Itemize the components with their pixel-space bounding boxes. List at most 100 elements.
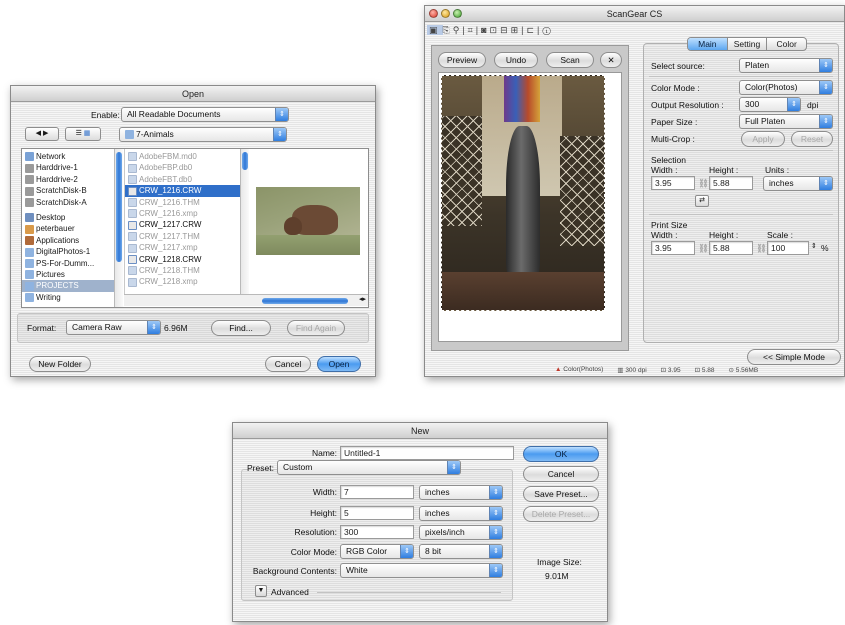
file-list-item[interactable]: CRW_1218.CRW bbox=[125, 254, 240, 265]
file-list-item[interactable]: AdobeFBP.db0 bbox=[125, 162, 240, 173]
column-view-icon[interactable]: ▦ bbox=[84, 130, 91, 137]
height-field[interactable]: 5 bbox=[340, 506, 414, 520]
tab-setting[interactable]: Setting bbox=[728, 38, 768, 50]
cancel-x-button[interactable]: ✕ bbox=[600, 52, 622, 68]
zoom-icon[interactable] bbox=[453, 9, 462, 18]
file-list-item[interactable]: CRW_1216.CRW bbox=[125, 185, 240, 197]
swap-dimensions-button[interactable]: ⇄ bbox=[695, 195, 709, 207]
scan-button[interactable]: Scan bbox=[546, 52, 594, 68]
scale-stepper[interactable]: ⇕ bbox=[811, 242, 817, 250]
sidebar-item[interactable]: Harddrive-2 bbox=[22, 174, 114, 185]
background-contents-popup[interactable]: White ⇕ bbox=[340, 563, 503, 578]
delete-preset-button[interactable]: Delete Preset... bbox=[523, 506, 599, 522]
new-folder-button[interactable]: New Folder bbox=[29, 356, 91, 372]
color-mode-popup[interactable]: RGB Color ⇕ bbox=[340, 544, 414, 559]
trim-icon[interactable]: ⌗ bbox=[468, 25, 476, 35]
bit-depth-popup[interactable]: 8 bit ⇕ bbox=[419, 544, 503, 559]
sidebar-item[interactable]: Desktop bbox=[22, 212, 114, 223]
scan-button-label: Scan bbox=[560, 55, 580, 65]
print-height-field[interactable]: 5.88 bbox=[709, 241, 753, 255]
selection-height-field[interactable]: 5.88 bbox=[709, 176, 753, 190]
sidebar-scroll-thumb[interactable] bbox=[116, 152, 122, 262]
sidebar-item[interactable]: ScratchDisk-B bbox=[22, 185, 114, 196]
sidebar-item[interactable]: Applications bbox=[22, 235, 114, 246]
list-view-icon[interactable]: ☰ bbox=[76, 130, 82, 137]
back-arrow-icon[interactable]: ◀ bbox=[36, 130, 41, 137]
sidebar-item[interactable]: Writing bbox=[22, 292, 114, 303]
open-cancel-button[interactable]: Cancel bbox=[265, 356, 311, 372]
paper-size-popup[interactable]: Full Platen ⇕ bbox=[739, 114, 833, 129]
forward-arrow-icon[interactable]: ▶ bbox=[43, 130, 48, 137]
preset-popup[interactable]: Custom ⇕ bbox=[277, 460, 461, 475]
file-list-item[interactable]: AdobeFBM.md0 bbox=[125, 151, 240, 162]
ok-button[interactable]: OK bbox=[523, 446, 599, 462]
file-list-item[interactable]: CRW_1218.THM bbox=[125, 265, 240, 276]
file-list-item[interactable]: CRW_1217.xmp bbox=[125, 242, 240, 253]
tab-main[interactable]: Main bbox=[688, 38, 728, 50]
print-width-field[interactable]: 3.95 bbox=[651, 241, 695, 255]
resolution-unit-popup[interactable]: pixels/inch ⇕ bbox=[419, 525, 503, 540]
file-list-item[interactable]: CRW_1217.THM bbox=[125, 231, 240, 242]
back-forward-buttons[interactable]: ◀ ▶ bbox=[25, 127, 59, 141]
view-mode-buttons[interactable]: ☰ ▦ bbox=[65, 127, 101, 141]
info-icon[interactable]: ⓘ bbox=[542, 25, 553, 35]
rotate-right-icon[interactable]: ⊟ bbox=[500, 25, 511, 35]
new-cancel-button[interactable]: Cancel bbox=[523, 466, 599, 482]
folder-popup[interactable]: 7-Animals ⇕ bbox=[119, 127, 287, 142]
simple-mode-button[interactable]: << Simple Mode bbox=[747, 349, 841, 365]
minimize-icon[interactable] bbox=[441, 9, 450, 18]
horizontal-scrollbar[interactable]: ◂▸ bbox=[124, 294, 368, 306]
sidebar-item[interactable]: peterbauer bbox=[22, 223, 114, 234]
sidebar-item[interactable]: Network bbox=[22, 151, 114, 162]
find-button[interactable]: Find... bbox=[211, 320, 271, 336]
selection-width-field[interactable]: 3.95 bbox=[651, 176, 695, 190]
rotate-left-icon[interactable]: ⊡ bbox=[490, 25, 501, 35]
units-popup[interactable]: inches ⇕ bbox=[763, 176, 833, 191]
width-unit-popup[interactable]: inches ⇕ bbox=[419, 485, 503, 500]
sidebar-item[interactable]: Pictures bbox=[22, 269, 114, 280]
color-mode-popup[interactable]: Color(Photos) ⇕ bbox=[739, 80, 833, 95]
preview-button[interactable]: Preview bbox=[438, 52, 486, 68]
close-icon[interactable] bbox=[429, 9, 438, 18]
crop-tool-icon[interactable]: ▣ bbox=[427, 25, 443, 35]
height-value: 5 bbox=[344, 508, 349, 518]
sidebar-item[interactable]: ScratchDisk-A bbox=[22, 197, 114, 208]
sidebar-item[interactable]: DigitalPhotos-1 bbox=[22, 246, 114, 257]
open-button[interactable]: Open bbox=[317, 356, 361, 372]
tab-color[interactable]: Color bbox=[767, 38, 806, 50]
file-list-item[interactable]: CRW_1217.CRW bbox=[125, 219, 240, 230]
scroll-arrows-icon[interactable]: ◂▸ bbox=[359, 295, 366, 303]
name-field[interactable]: Untitled-1 bbox=[340, 446, 514, 460]
file-scrollbar[interactable] bbox=[240, 149, 249, 294]
sidebar-scrollbar[interactable] bbox=[114, 149, 123, 307]
scale-field[interactable]: 100 bbox=[767, 241, 809, 255]
histogram-icon[interactable]: ⊏ bbox=[527, 25, 538, 35]
horizontal-scroll-thumb[interactable] bbox=[262, 298, 348, 304]
link-icon[interactable]: ⛓ bbox=[698, 178, 709, 189]
reset-button[interactable]: Reset bbox=[791, 131, 833, 147]
output-resolution-combo[interactable]: 300 ⇕ bbox=[739, 97, 801, 112]
select-source-popup[interactable]: Platen ⇕ bbox=[739, 58, 833, 73]
height-unit-popup[interactable]: inches ⇕ bbox=[419, 506, 503, 521]
advanced-disclosure[interactable]: ▼ bbox=[255, 585, 267, 597]
file-list-item[interactable]: CRW_1216.xmp bbox=[125, 208, 240, 219]
magnify-icon[interactable]: ⚲ bbox=[453, 25, 463, 35]
image-adjust-icon[interactable]: ◙ bbox=[481, 25, 489, 35]
undo-button[interactable]: Undo bbox=[494, 52, 538, 68]
enable-popup[interactable]: All Readable Documents ⇕ bbox=[121, 107, 289, 122]
save-preset-button[interactable]: Save Preset... bbox=[523, 486, 599, 502]
format-popup[interactable]: Camera Raw ⇕ bbox=[66, 320, 161, 335]
file-list-item[interactable]: CRW_1216.THM bbox=[125, 197, 240, 208]
file-list-item[interactable]: CRW_1218.xmp bbox=[125, 276, 240, 287]
sidebar-item[interactable]: PROJECTS bbox=[22, 280, 114, 292]
file-scroll-thumb[interactable] bbox=[242, 152, 248, 170]
sidebar-item[interactable]: Harddrive-1 bbox=[22, 162, 114, 173]
auto-crop-icon[interactable]: ⎘ bbox=[443, 25, 453, 35]
file-list-item[interactable]: AdobeFBT.db0 bbox=[125, 174, 240, 185]
sidebar-item[interactable]: PS-For-Dumm... bbox=[22, 258, 114, 269]
width-field[interactable]: 7 bbox=[340, 485, 414, 499]
resolution-field[interactable]: 300 bbox=[340, 525, 414, 539]
apply-button[interactable]: Apply bbox=[741, 131, 785, 147]
find-again-button[interactable]: Find Again bbox=[287, 320, 345, 336]
mirror-icon[interactable]: ⊞ bbox=[511, 25, 522, 35]
